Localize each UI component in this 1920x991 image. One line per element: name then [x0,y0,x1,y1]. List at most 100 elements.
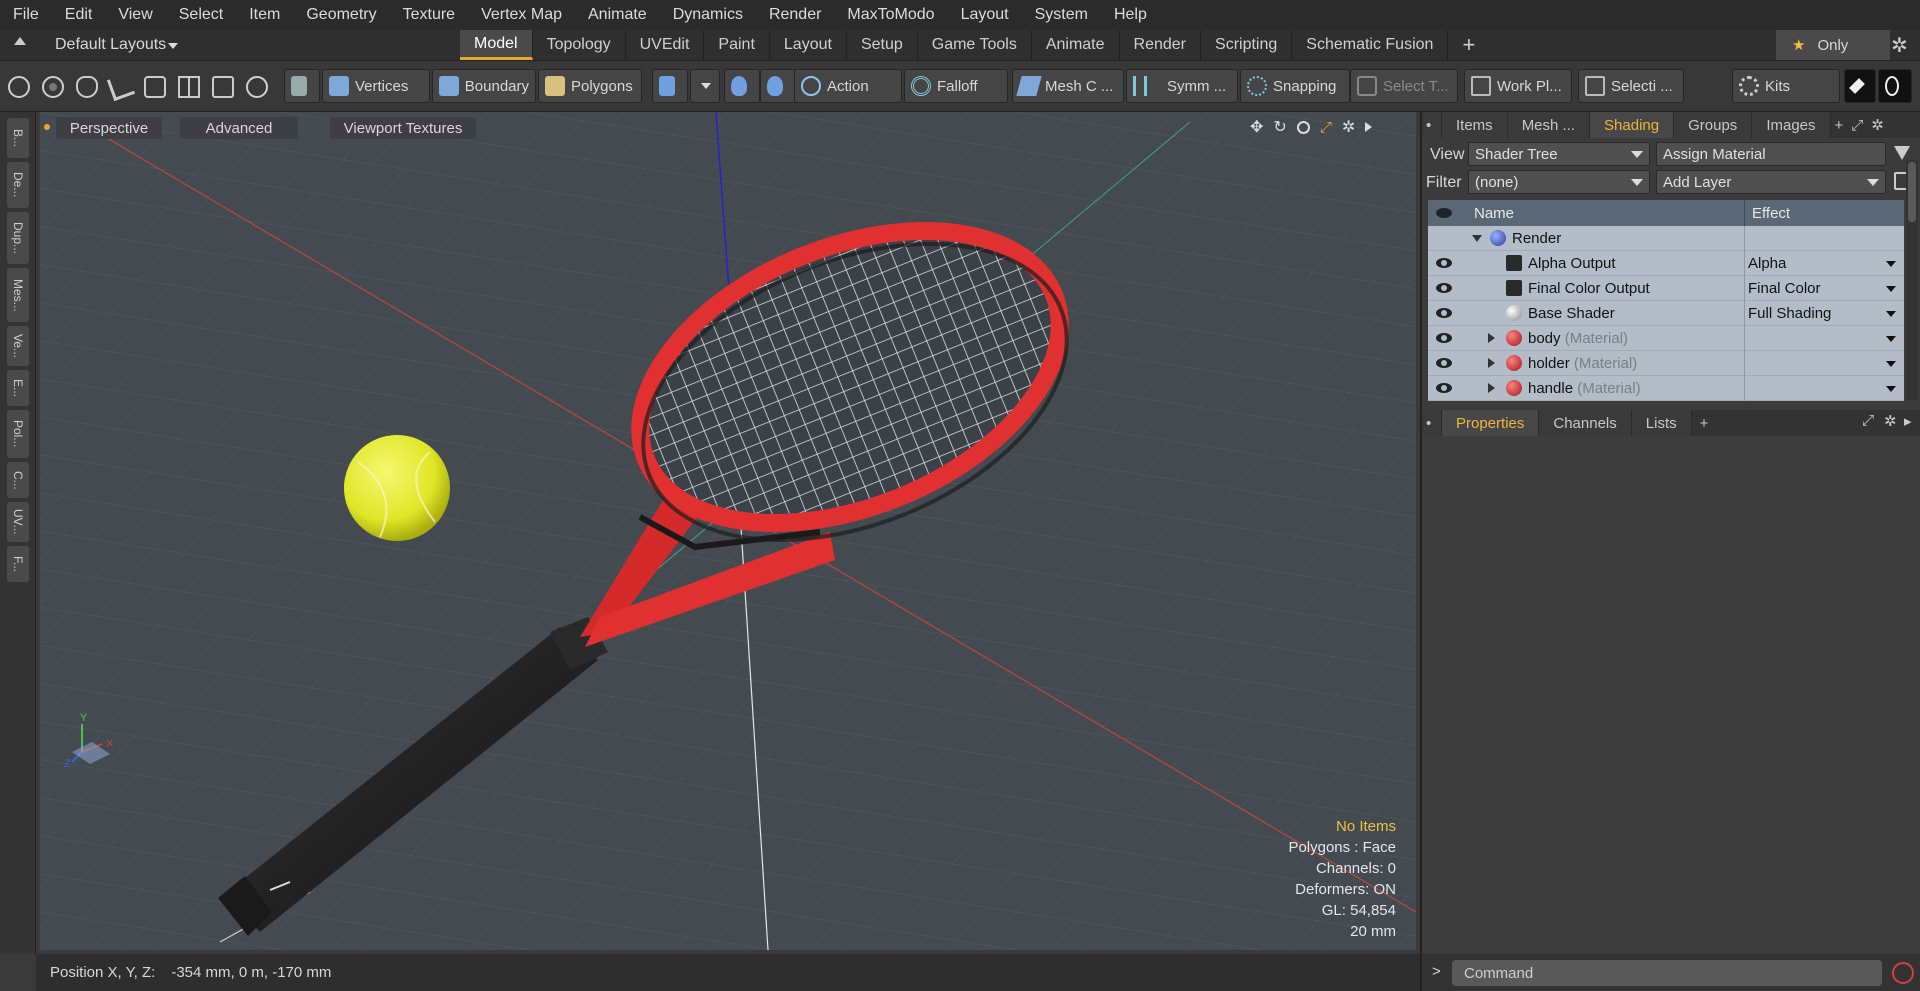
tab-topology[interactable]: Topology [533,30,626,60]
grid-icon[interactable] [178,76,200,98]
tool-tab-basic[interactable]: B... [7,118,29,158]
tool-tab-curve[interactable]: C... [7,462,29,498]
assign-material-button[interactable]: Assign Material [1656,142,1886,166]
tab-lists[interactable]: Lists [1631,410,1692,436]
unity-button[interactable] [1844,69,1876,103]
mode-dropdown[interactable] [690,69,720,103]
menu-render[interactable]: Render [756,6,834,24]
work-plane-button[interactable]: Work Pl... [1464,69,1572,103]
item-mode-button[interactable] [284,69,320,103]
panel-menu-dot-icon[interactable]: • [1422,112,1442,138]
tab-layout[interactable]: Layout [770,30,847,60]
chevron-down-icon[interactable] [1886,311,1896,317]
tab-groups[interactable]: Groups [1674,112,1753,138]
tab-render[interactable]: Render [1120,30,1202,60]
select-circle-icon[interactable] [8,76,30,98]
3d-viewport[interactable]: Y X Z Perspective Advanced Viewport Text… [40,112,1416,950]
rotate-icon[interactable]: ↻ [1273,117,1286,137]
shader-tree-scrollbar[interactable] [1906,160,1918,400]
chevron-down-icon[interactable] [1886,261,1896,267]
tab-items[interactable]: Items [1442,112,1508,138]
tab-paint[interactable]: Paint [704,30,770,60]
tool-tab-polygon[interactable]: Pol... [7,410,29,458]
viewport-menu-dot-icon[interactable] [44,124,50,130]
chevron-down-icon[interactable] [1886,386,1896,392]
shader-row-base-shader[interactable]: Base Shader Full Shading [1428,301,1904,326]
vertices-button[interactable]: Vertices [322,69,430,103]
select-through-button[interactable]: Select T... [1350,69,1458,103]
shield-b-button[interactable] [760,69,796,103]
tab-game-tools[interactable]: Game Tools [918,30,1032,60]
row-effect[interactable]: Final Color [1748,280,1821,297]
maximize-panel-icon[interactable]: ⤢ [1862,412,1874,429]
perspective-dropdown[interactable]: Perspective [56,117,162,139]
tab-animate[interactable]: Animate [1032,30,1120,60]
filter-funnel-icon[interactable] [1894,146,1910,160]
lasso-icon[interactable] [76,76,98,98]
tab-shading[interactable]: Shading [1590,112,1675,138]
add-panel-tab-icon[interactable]: + [1830,112,1848,138]
gear-icon[interactable]: ✲ [1891,33,1908,58]
tab-images[interactable]: Images [1752,112,1831,138]
visibility-eye-icon[interactable] [1436,358,1452,368]
element-icon[interactable] [212,76,234,98]
shader-row-render[interactable]: Render [1428,226,1904,251]
expand-arrow-icon[interactable] [1365,122,1373,132]
selection-sets-button[interactable]: Selecti ... [1578,69,1684,103]
advanced-dropdown[interactable]: Advanced [180,117,298,139]
menu-item[interactable]: Item [236,6,293,24]
tab-scripting[interactable]: Scripting [1201,30,1293,60]
menu-vertex-map[interactable]: Vertex Map [468,6,575,24]
default-layouts-dropdown[interactable]: Default Layouts [55,36,166,54]
tennis-ball[interactable] [344,435,450,541]
symmetry-button[interactable]: Symm ... [1126,69,1238,103]
column-name-header[interactable]: Name [1474,205,1514,222]
expand-toggle-icon[interactable] [1488,333,1495,343]
kits-button[interactable]: Kits [1732,69,1840,103]
menu-help[interactable]: Help [1101,6,1160,24]
polygons-button[interactable]: Polygons [538,69,642,103]
loop-icon[interactable] [144,76,166,98]
row-effect[interactable]: Alpha [1748,255,1786,272]
brush-icon[interactable] [106,72,136,102]
command-input[interactable]: Command [1452,960,1882,986]
panel-arrow-icon[interactable]: ▸ [1904,412,1912,430]
tab-setup[interactable]: Setup [847,30,918,60]
pan-icon[interactable]: ✥ [1250,117,1263,137]
chevron-down-icon[interactable] [1886,361,1896,367]
tool-tab-mesh[interactable]: Mes... [7,268,29,322]
visibility-eye-icon[interactable] [1436,283,1452,293]
tab-properties[interactable]: Properties [1442,410,1540,436]
menu-geometry[interactable]: Geometry [293,6,389,24]
shader-row-final-color-output[interactable]: Final Color Output Final Color [1428,276,1904,301]
shield-a-button[interactable] [724,69,760,103]
material-mode-button[interactable] [652,69,688,103]
chevron-down-icon[interactable] [1886,286,1896,292]
unreal-button[interactable] [1878,69,1912,103]
row-effect[interactable]: Full Shading [1748,305,1831,322]
tool-tab-deform[interactable]: De... [7,162,29,208]
maximize-icon[interactable]: ⤢ [1320,119,1332,136]
tab-channels[interactable]: Channels [1539,410,1632,436]
add-tab-icon[interactable]: + [1448,30,1489,60]
menu-system[interactable]: System [1022,6,1101,24]
record-macro-icon[interactable] [1892,962,1914,984]
viewport-textures-dropdown[interactable]: Viewport Textures [330,117,476,139]
shader-row-body[interactable]: body (Material) [1428,326,1904,351]
filter-dropdown[interactable]: (none) [1468,170,1650,194]
menu-dynamics[interactable]: Dynamics [660,6,756,24]
visibility-eye-icon[interactable] [1436,308,1452,318]
menu-edit[interactable]: Edit [52,6,106,24]
column-effect-header[interactable]: Effect [1752,205,1790,222]
menu-maxtomodo[interactable]: MaxToModo [834,6,947,24]
panel-gear-icon[interactable]: ✲ [1884,412,1897,430]
menu-texture[interactable]: Texture [390,6,468,24]
view-dropdown[interactable]: Shader Tree [1468,142,1650,166]
panel-menu-dot-icon[interactable]: • [1422,410,1442,436]
tool-tab-vertex[interactable]: Ve... [7,326,29,366]
visibility-eye-icon[interactable] [1436,383,1452,393]
expand-toggle-icon[interactable] [1488,358,1495,368]
menu-select[interactable]: Select [166,6,236,24]
panel-gear-icon[interactable]: ✲ [1867,112,1888,138]
shader-row-alpha-output[interactable]: Alpha Output Alpha [1428,251,1904,276]
